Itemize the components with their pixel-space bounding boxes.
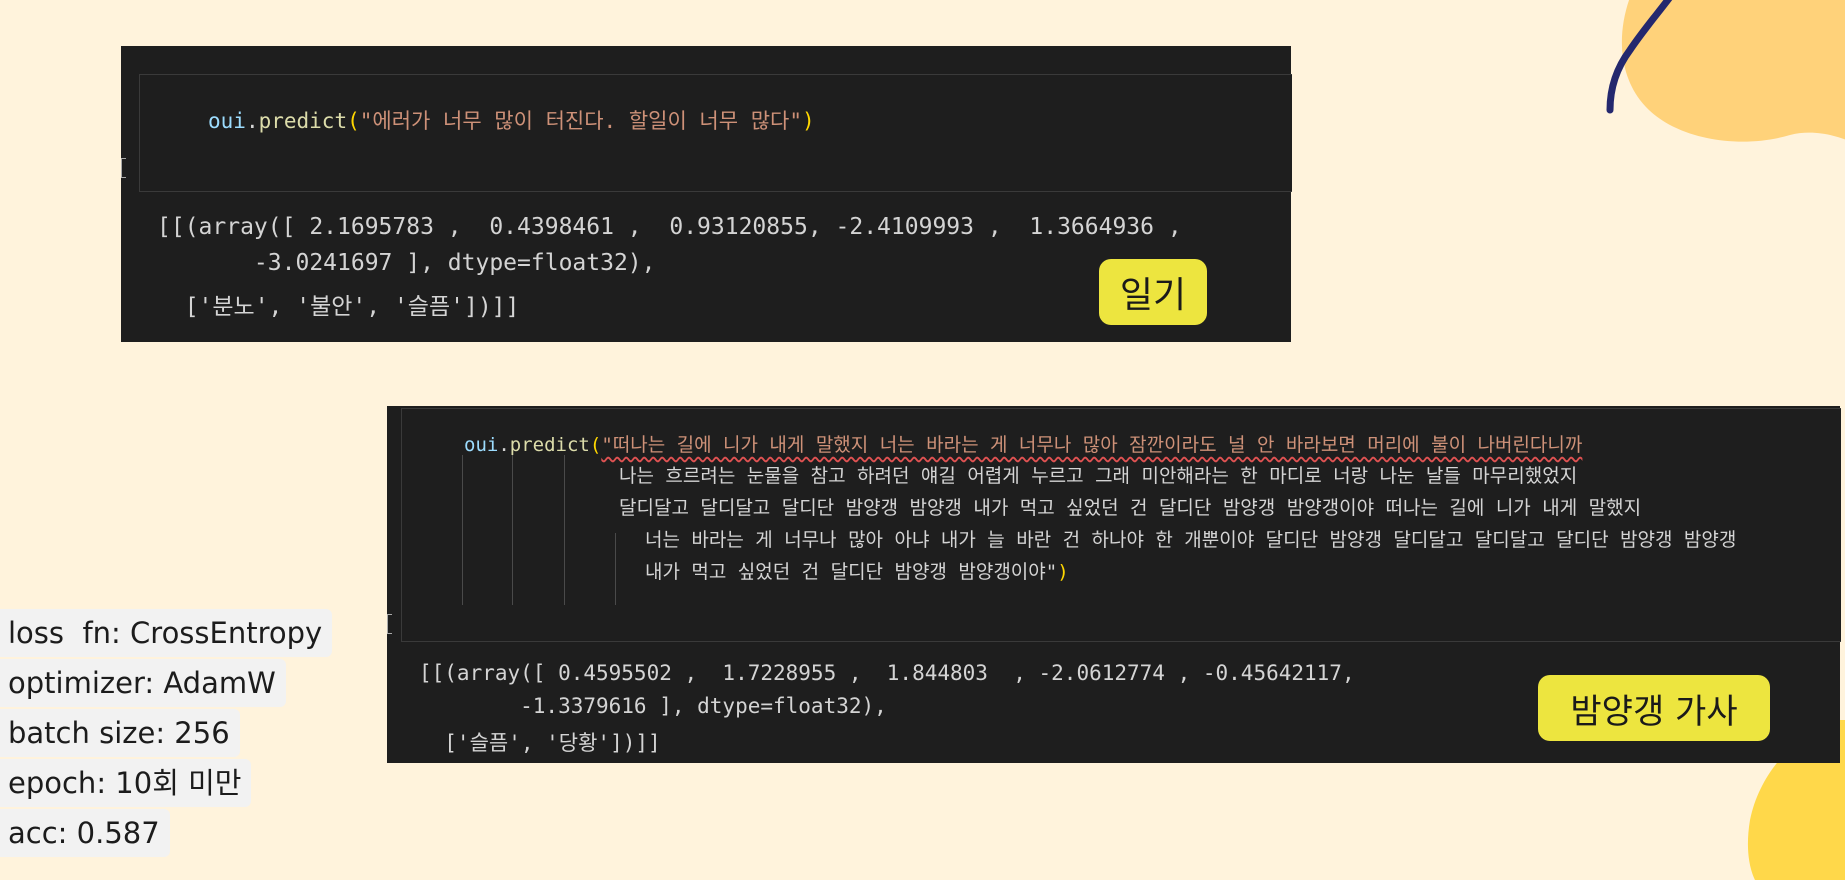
decorative-blob-top (1606, 0, 1845, 142)
hyperparam-batch-size: batch size: 256 (0, 709, 240, 757)
indent-guide (512, 455, 513, 605)
output-line-2: -3.0241697 ], dtype=float32), (157, 250, 656, 276)
indent-guide (615, 533, 616, 605)
output-line-1: [[(array([ 0.4595502 , 1.7228955 , 1.844… (419, 661, 1355, 685)
hyperparam-loss: loss fn: CrossEntropy (0, 609, 333, 657)
output-line-3: ['슬픔', '당황'])]] (419, 731, 661, 755)
diary-tag: 일기 (1099, 259, 1207, 325)
code-line-4: 너는 바라는 게 너무나 많아 아냐 내가 늘 바란 건 하나야 한 개뿐이야 … (645, 529, 1737, 551)
lyrics-tag: 밤양갱 가사 (1538, 675, 1770, 741)
code-line-5: 내가 먹고 싶었던 건 달디단 밤양갱 밤양갱이야") (645, 561, 1069, 583)
cell-bracket (387, 614, 392, 634)
cell-bracket (121, 158, 126, 178)
indent-guide (564, 455, 565, 605)
hyperparam-optimizer: optimizer: AdamW (0, 659, 286, 707)
code-line-1: oui.predict("떠나는 길에 니가 내게 말했지 너는 바라는 게 너… (464, 434, 1583, 456)
code-cell[interactable]: oui.predict("에러가 너무 많이 터진다. 할일이 너무 많다") (139, 74, 1292, 192)
code-line-2: 나는 흐르려는 눈물을 참고 하려던 얘길 어렵게 누르고 그래 미안해라는 한… (619, 465, 1578, 487)
indent-guide (462, 455, 463, 605)
output-line-1: [[(array([ 2.1695783 , 0.4398461 , 0.931… (157, 214, 1182, 240)
hyperparam-acc: acc: 0.587 (0, 809, 170, 857)
code-line: oui.predict("에러가 너무 많이 터진다. 할일이 너무 많다") (208, 109, 815, 133)
hyperparam-epoch: epoch: 10회 미만 (0, 759, 252, 807)
output-line-3: ['분노', '불안', '슬픔'])]] (157, 294, 520, 320)
code-line-3: 달디달고 달디달고 달디단 밤양갱 밤양갱 내가 먹고 싶었던 건 달디단 밤양… (619, 497, 1642, 519)
code-cell[interactable]: oui.predict("떠나는 길에 니가 내게 말했지 너는 바라는 게 너… (401, 408, 1841, 642)
output-line-2: -1.3379616 ], dtype=float32), (419, 694, 887, 718)
